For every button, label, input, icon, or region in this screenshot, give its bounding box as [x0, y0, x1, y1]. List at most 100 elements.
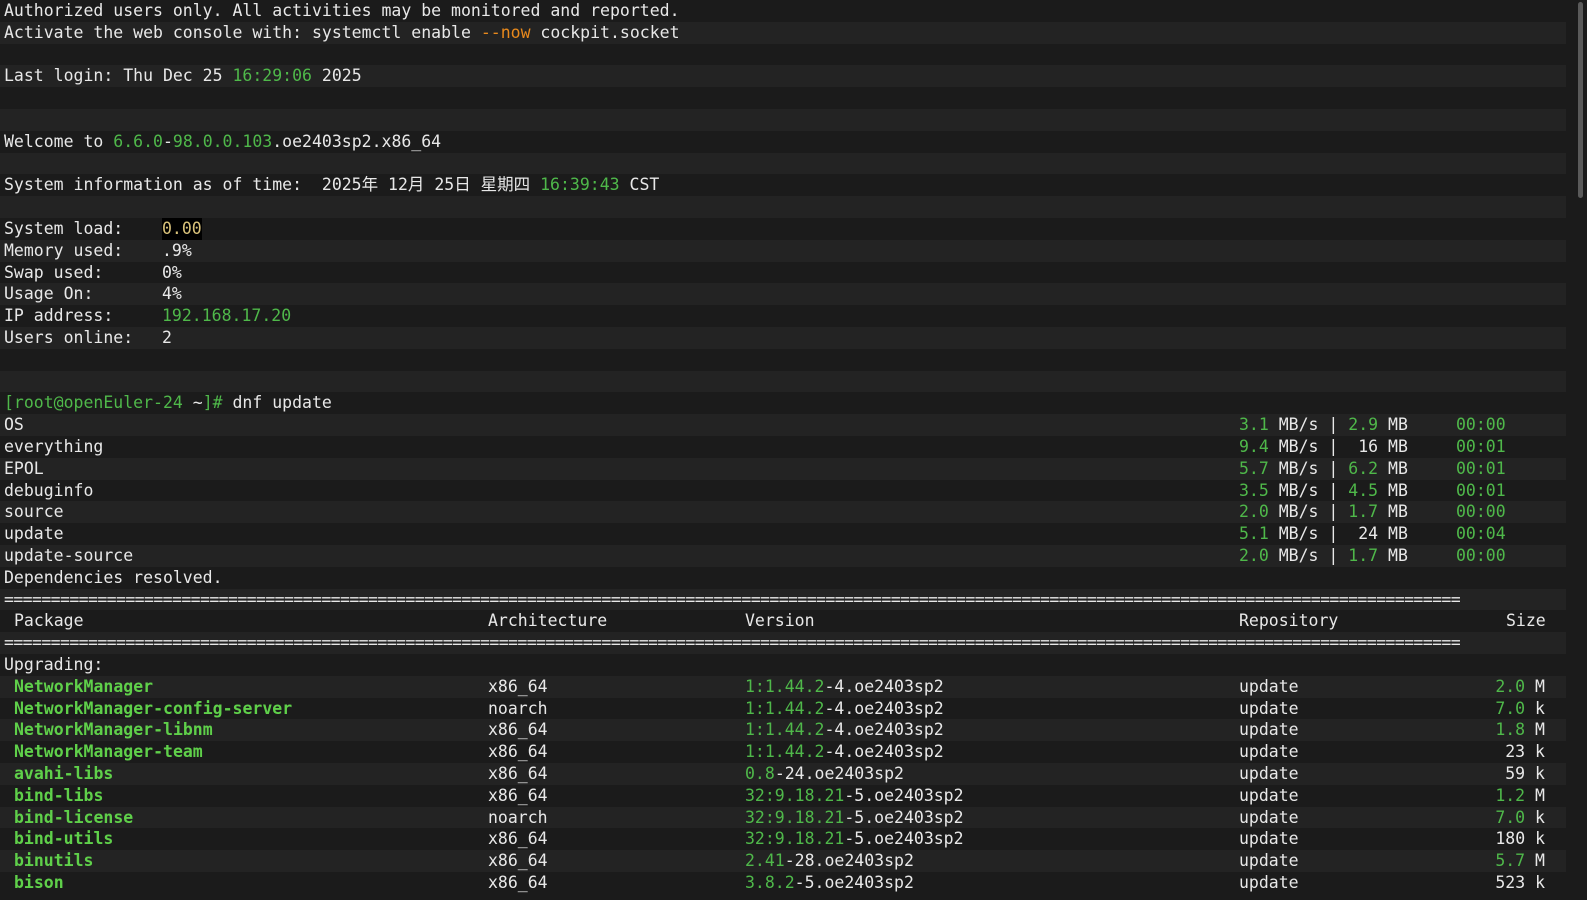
table-row: avahi-libs x86_64 0.8-24.oe2403sp2 update 59…: [0, 763, 1566, 785]
repo-size-unit: MB: [1378, 524, 1408, 544]
repo-speed-unit: MB/s |: [1268, 415, 1339, 435]
package-version: 1:1.44.2-4.oe2403sp2: [745, 719, 944, 741]
vertical-scrollbar[interactable]: [1566, 0, 1587, 900]
sysinfo-label: Users online:: [4, 328, 134, 347]
repo-name: EPOL: [4, 458, 44, 478]
command-text: dnf update: [222, 393, 332, 413]
package-name: bind-license: [14, 807, 134, 827]
package-version: 1:1.44.2-4.oe2403sp2: [745, 698, 944, 720]
package-repo: update: [1239, 807, 1299, 827]
terminal-window[interactable]: Authorized users only. All activities ma…: [0, 0, 1587, 900]
package-arch: noarch: [488, 807, 548, 827]
cockpit-hint: Activate the web console with: systemctl…: [4, 22, 680, 44]
col-package: Package: [14, 611, 84, 631]
repo-speed: 3.1: [1239, 415, 1269, 435]
version-epoch: 1:1.44.2: [745, 720, 825, 740]
repo-speed: 3.5: [1239, 480, 1269, 500]
prompt-user-host: [root@openEuler-24: [4, 393, 183, 413]
col-version: Version: [745, 611, 815, 631]
memory-used-value: .9%: [162, 240, 192, 260]
repo-time: 00:00: [1456, 415, 1506, 435]
package-version: 1:1.44.2-4.oe2403sp2: [745, 741, 944, 763]
package-arch: x86_64: [488, 676, 548, 696]
repo-speed-unit: MB/s |: [1268, 480, 1339, 500]
package-name: NetworkManager-team: [14, 742, 203, 762]
package-arch: noarch: [488, 698, 548, 718]
repo-size: 2.9: [1348, 415, 1379, 435]
repo-size-unit: MB: [1378, 546, 1408, 565]
table-separator: ========================================…: [4, 589, 1461, 609]
package-arch: x86_64: [488, 742, 548, 762]
repo-stats: 5.7 MB/s | 6.2 MB: [1239, 458, 1408, 480]
welcome-line: Welcome to 6.6.0-98.0.0.103.oe2403sp2.x8…: [0, 131, 1566, 153]
scrollbar-thumb[interactable]: [1578, 2, 1583, 198]
sysinfo-line: System information as of time: 2025年 12月…: [0, 174, 1566, 196]
repo-size: 1.7: [1348, 502, 1379, 522]
sysinfo-row: Usage On: 4%: [0, 283, 1566, 306]
last-login-line: Last login: Thu Dec 25 16:29:06 2025: [0, 65, 1566, 88]
size-number: 1.2: [1495, 785, 1526, 805]
repo-time: 00:01: [1456, 480, 1506, 500]
version-epoch: 1:1.44.2: [745, 676, 825, 696]
version-release: -4.oe2403sp2: [824, 720, 944, 740]
sysinfo-label: IP address:: [4, 306, 114, 326]
size-unit: 59 k: [1505, 764, 1545, 783]
repo-stats: 5.1 MB/s | 24 MB: [1239, 523, 1408, 545]
package-size: 180 k: [1495, 828, 1545, 850]
package-version: 32:9.18.21-5.oe2403sp2: [745, 828, 964, 850]
repo-stats: 2.0 MB/s | 1.7 MB: [1239, 501, 1408, 523]
repo-stats: 3.5 MB/s | 4.5 MB: [1239, 480, 1408, 502]
separator-line: ========================================…: [0, 632, 1566, 654]
repo-name: OS: [4, 415, 24, 435]
package-size: 7.0 k: [1495, 698, 1545, 720]
version-epoch: 32:9.18.21: [745, 829, 845, 849]
col-repository: Repository: [1239, 611, 1339, 631]
kernel-version: 6.6.0: [113, 131, 163, 151]
package-name: NetworkManager-config-server: [14, 698, 293, 718]
package-version: 3.8.2-5.oe2403sp2: [745, 872, 914, 894]
repo-row: update-source 2.0 MB/s | 1.7 MB 00:00: [0, 545, 1566, 567]
prompt-line: [root@openEuler-24 ~]# dnf update: [0, 392, 1566, 414]
package-repo: update: [1239, 676, 1299, 696]
sysinfo-label: Memory used:: [4, 240, 124, 260]
repo-speed-unit: MB/s |: [1268, 546, 1339, 565]
package-repo: update: [1239, 785, 1299, 805]
package-repo: update: [1239, 873, 1299, 892]
repo-speed-unit: MB/s |: [1268, 524, 1339, 544]
size-unit: M: [1525, 785, 1545, 805]
cockpit-hint-pre: Activate the web console with: systemctl…: [4, 22, 481, 42]
repo-size: 4.5: [1348, 480, 1379, 500]
repo-speed: 5.7: [1239, 458, 1269, 478]
table-row: NetworkManager-config-server noarch 1:1.44…: [0, 698, 1566, 720]
shell-prompt: [root@openEuler-24 ~]# dnf update: [4, 392, 332, 414]
package-arch: x86_64: [488, 829, 548, 849]
users-online-value: 2: [162, 328, 172, 347]
repo-row: source 2.0 MB/s | 1.7 MB 00:00: [0, 501, 1566, 524]
repo-stats: 3.1 MB/s | 2.9 MB: [1239, 414, 1408, 436]
repo-size-unit: MB: [1378, 437, 1408, 456]
size-unit: 180 k: [1495, 829, 1545, 849]
size-number: 5.7: [1495, 851, 1526, 871]
sysinfo-row: Users online: 2: [0, 327, 1566, 349]
version-release: -5.oe2403sp2: [794, 873, 914, 892]
sysinfo-row: Memory used: .9%: [0, 239, 1566, 262]
size-number: 1.8: [1495, 720, 1526, 740]
repo-size-unit: MB: [1378, 415, 1408, 435]
size-unit: M: [1525, 851, 1545, 871]
version-release: -24.oe2403sp2: [774, 764, 904, 783]
size-unit: M: [1525, 676, 1545, 696]
repo-speed-unit: MB/s |: [1268, 458, 1339, 478]
col-architecture: Architecture: [488, 611, 608, 631]
version-release: -28.oe2403sp2: [784, 851, 914, 871]
package-repo: update: [1239, 698, 1299, 718]
welcome: Welcome to 6.6.0-98.0.0.103.oe2403sp2.x8…: [4, 131, 441, 153]
version-epoch: 2.41: [745, 851, 785, 871]
prompt-symbol: ]#: [202, 393, 223, 413]
repo-row: OS 3.1 MB/s | 2.9 MB 00:00: [0, 414, 1566, 436]
package-version: 1:1.44.2-4.oe2403sp2: [745, 676, 944, 698]
version-epoch: 32:9.18.21: [745, 785, 845, 805]
last-login-year: 2025: [311, 66, 362, 86]
repo-name: update-source: [4, 546, 134, 565]
